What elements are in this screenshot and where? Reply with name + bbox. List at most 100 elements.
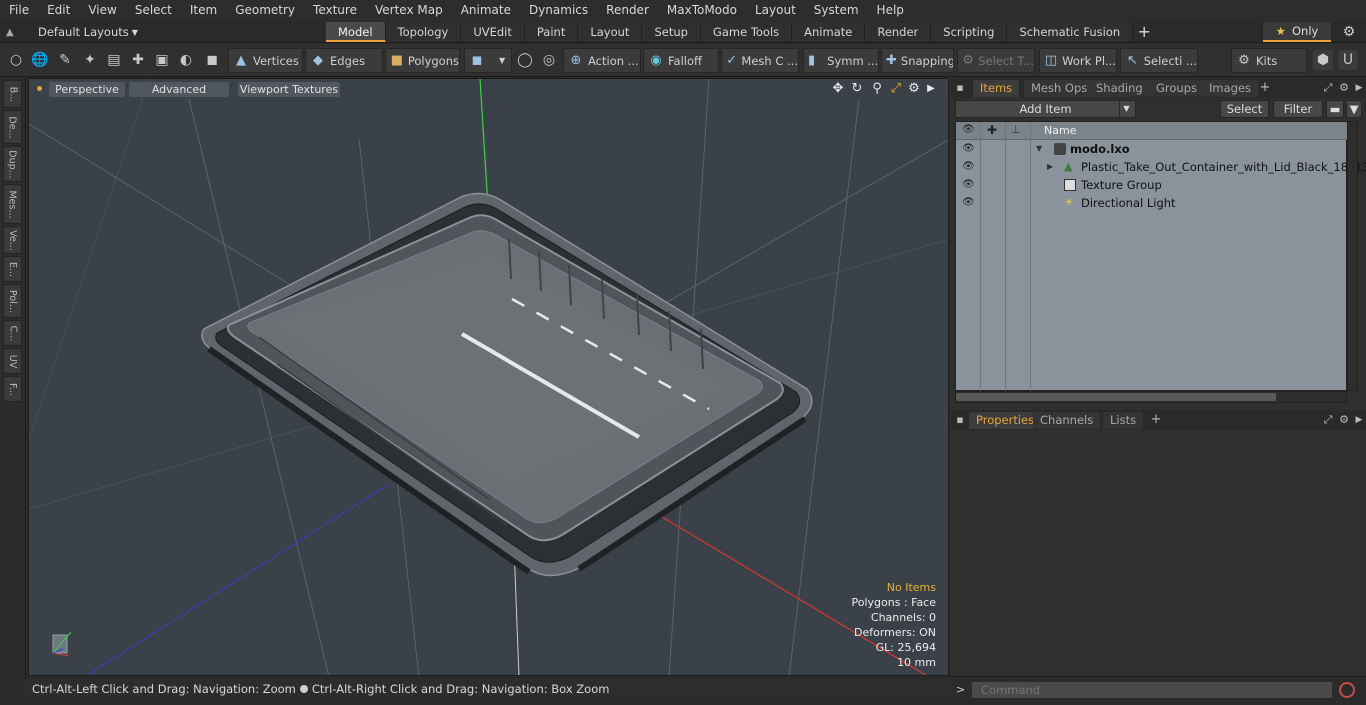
list-item[interactable]: 👁 Texture Group [956,176,1348,194]
menu-geometry[interactable]: Geometry [226,0,304,21]
tab-shading[interactable]: Shading [1089,80,1150,97]
zoom-view-icon[interactable]: ⚲ [869,81,885,97]
left-tab-polygon[interactable]: Pol... [3,284,22,318]
menu-edit[interactable]: Edit [38,0,79,21]
kits-button[interactable]: ⚙ Kits [1231,48,1307,73]
rotate-icon[interactable]: ◐ [176,50,196,70]
panel-gear-icon[interactable]: ⚙ [1337,412,1351,428]
cube-icon[interactable]: ◼ [202,50,222,70]
shield-icon[interactable]: ◯ [515,50,535,70]
lock-column-icon[interactable]: ✚ [987,123,997,137]
menu-render[interactable]: Render [597,0,658,21]
left-tab-edge[interactable]: E... [3,256,22,282]
left-tab-basic[interactable]: B... [3,80,22,108]
chevron-down-icon[interactable]: ▼ [1119,101,1133,117]
menu-vertex-map[interactable]: Vertex Map [366,0,452,21]
menu-maxtomodo[interactable]: MaxToModo [658,0,746,21]
left-tab-curve[interactable]: C... [3,320,22,346]
left-tab-duplicate[interactable]: Dup... [3,146,22,182]
advanced-button[interactable]: Advanced [129,82,229,97]
expand-panel-icon[interactable]: ⤢ [1321,412,1335,428]
add-panel-tab-icon[interactable]: + [1149,412,1163,428]
tab-lists[interactable]: Lists [1103,412,1144,429]
scrollbar-thumb[interactable] [956,393,1276,401]
eye-icon[interactable]: 👁 [962,196,975,210]
layout-selector[interactable]: ▲ Default Layouts ▼ [6,21,138,43]
symmetry-button[interactable]: ▮ Symm ... [803,48,879,73]
menu-item[interactable]: Item [181,0,226,21]
tab-game-tools[interactable]: Game Tools [700,22,793,42]
menu-view[interactable]: View [79,0,125,21]
tab-render[interactable]: Render [865,22,932,42]
menu-system[interactable]: System [805,0,868,21]
menu-texture[interactable]: Texture [304,0,366,21]
viewport-arrow-icon[interactable]: ▶ [923,81,939,97]
selection-sets-button[interactable]: ↖ Selecti ... [1120,48,1198,73]
tab-properties[interactable]: Properties [969,412,1042,429]
select-button[interactable]: Select [1220,100,1269,118]
items-horizontal-scrollbar[interactable] [955,391,1347,403]
only-button[interactable]: ★ Only [1263,22,1331,42]
unity-icon[interactable]: ⬢ [1313,50,1333,70]
panel-arrow-icon[interactable]: ▶ [1352,80,1366,96]
tab-model[interactable]: Model [326,22,386,42]
select-through-button[interactable]: ⚙ Select T... [957,48,1035,73]
tab-mesh-ops[interactable]: Mesh Ops [1024,80,1095,97]
material-mode-button[interactable]: ◼ ▼ [464,48,512,73]
panel-menu-icon[interactable]: ▪ [953,80,967,96]
tab-images[interactable]: Images [1202,80,1259,97]
falloff-button[interactable]: ◉ Falloff [643,48,719,73]
filter-button[interactable]: Filter [1273,100,1323,118]
tab-items[interactable]: Items [973,80,1020,97]
unreal-icon[interactable]: U [1338,50,1358,70]
center-icon[interactable]: ✚ [128,50,148,70]
action-center-button[interactable]: ⊕ Action ... [563,48,641,73]
maximize-view-icon[interactable]: ⤢ [888,81,904,97]
viewport-gear-icon[interactable]: ⚙ [906,81,922,97]
panel-menu-icon[interactable]: ▪ [953,412,967,428]
collapse-icon[interactable]: ▬ [1326,100,1344,118]
tab-schematic-fusion[interactable]: Schematic Fusion [1007,22,1134,42]
add-panel-tab-icon[interactable]: + [1258,80,1272,96]
left-tab-fusion[interactable]: F... [3,376,22,402]
perspective-button[interactable]: Perspective [49,82,125,97]
menu-file[interactable]: File [0,0,38,21]
work-plane-button[interactable]: ◫ Work Pl... [1039,48,1117,73]
panel-gear-icon[interactable]: ⚙ [1337,80,1351,96]
circle-select-icon[interactable]: ○ [6,50,26,70]
add-item-button[interactable]: Add Item ▼ [955,100,1136,118]
eye-icon[interactable]: 👁 [962,142,975,156]
collapse-arrow-icon[interactable]: ▼ [1036,140,1042,158]
command-input[interactable] [971,681,1333,699]
axes-column-icon[interactable]: ⊥ [1011,123,1021,136]
left-tab-mesh-edit[interactable]: Mes... [3,184,22,224]
edges-button[interactable]: ◆ Edges [305,48,383,73]
eye-icon[interactable]: 👁 [962,160,975,174]
globe-icon[interactable]: 🌐 [30,50,50,70]
menu-select[interactable]: Select [126,0,181,21]
visibility-column-eye-icon[interactable]: 👁 [962,124,975,135]
3d-viewport[interactable]: Perspective Advanced Viewport Textures ✥… [28,78,949,676]
tab-scripting[interactable]: Scripting [931,22,1008,42]
tab-channels[interactable]: Channels [1033,412,1101,429]
name-column-header[interactable]: Name [1044,124,1076,137]
menu-dynamics[interactable]: Dynamics [520,0,597,21]
shield-alt-icon[interactable]: ◎ [539,50,559,70]
gear-icon[interactable]: ⚙ [1339,22,1359,42]
items-vertical-scrollbar[interactable] [1347,121,1358,391]
frame-icon[interactable]: ▣ [152,50,172,70]
add-tab-icon[interactable]: + [1133,22,1155,42]
menu-layout[interactable]: Layout [746,0,805,21]
polygons-button[interactable]: ■ Polygons [385,48,460,73]
move-view-icon[interactable]: ✥ [830,81,846,97]
left-tab-uv[interactable]: UV [3,348,22,374]
expand-arrow-icon[interactable]: ▶ [1047,158,1053,176]
tab-paint[interactable]: Paint [524,22,579,42]
list-item[interactable]: 👁 ▶ ▲ Plastic_Take_Out_Container_with_Li… [956,158,1366,176]
command-arrow-icon[interactable]: > [956,683,965,696]
mesh-constraints-button[interactable]: ✓ Mesh C ... [721,48,799,73]
pen-icon[interactable]: ✎ [55,50,75,70]
eye-icon[interactable]: 👁 [962,178,975,192]
menu-help[interactable]: Help [868,0,913,21]
menu-animate[interactable]: Animate [452,0,520,21]
